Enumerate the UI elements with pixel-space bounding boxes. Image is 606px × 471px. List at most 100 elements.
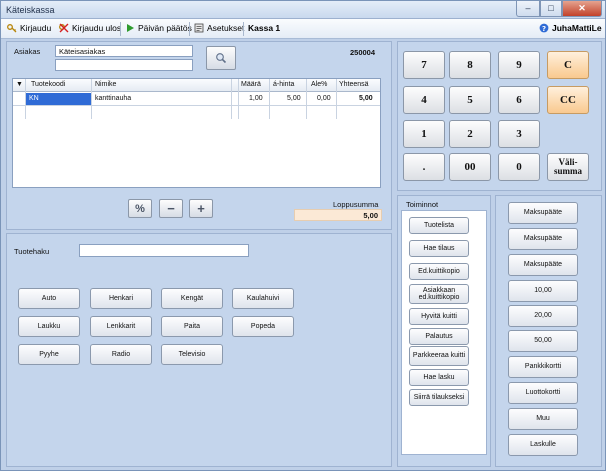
settings-label: Asetukset [207, 23, 245, 33]
payment-button[interactable]: Maksupääte [508, 254, 578, 276]
key-9[interactable]: 9 [498, 51, 540, 79]
payment-button[interactable]: Luottokortti [508, 382, 578, 404]
customer-number: 250004 [350, 48, 376, 57]
user-indicator: ? JuhaMattiLe [539, 23, 602, 33]
key-3[interactable]: 3 [498, 120, 540, 148]
column-header[interactable]: Nimike [95, 81, 116, 88]
logout-label: Kirjaudu ulos [72, 23, 122, 33]
column-header[interactable]: Yhteensä [339, 81, 369, 88]
add-row-button[interactable]: + [189, 199, 213, 218]
toolbar-separator [243, 22, 244, 36]
toolbar-separator [120, 22, 121, 36]
clear-button[interactable]: C [547, 51, 589, 79]
toolbar: Kirjaudu Kirjaudu ulos Päivän päätös Ase… [1, 19, 605, 39]
column-header[interactable]: á-hinta [273, 81, 294, 88]
toolbar-separator [189, 22, 190, 36]
product-button[interactable]: Auto [18, 288, 80, 309]
discount-button[interactable]: % [128, 199, 152, 218]
settings-button[interactable]: Asetukset [194, 23, 244, 33]
payment-button[interactable]: Muu [508, 408, 578, 430]
product-button[interactable]: Kengät [161, 288, 223, 309]
total-value: 5,00 [294, 209, 382, 221]
register-icon [194, 23, 204, 33]
sales-grid[interactable]: ▼ Tuotekoodi Nimike Määrä á-hinta Ale% Y… [12, 78, 381, 188]
function-button[interactable]: Ed.kuittikopio [409, 263, 469, 280]
product-button[interactable]: Pyyhe [18, 344, 80, 365]
key-2[interactable]: 2 [449, 120, 491, 148]
magnifier-icon [216, 53, 227, 64]
product-search-input[interactable] [79, 244, 249, 257]
key-6[interactable]: 6 [498, 86, 540, 114]
product-button[interactable]: Paita [161, 316, 223, 337]
function-button[interactable]: Asiakkaan ed.kuittikopio [409, 284, 469, 304]
remove-row-button[interactable]: − [159, 199, 183, 218]
app-window: Käteiskassa – □ ✕ Kirjaudu Kirjaudu ulos… [0, 0, 606, 471]
product-button[interactable]: Televisio [161, 344, 223, 365]
payment-button[interactable]: 10,00 [508, 280, 578, 302]
subtotal-label-line2: summa [553, 166, 582, 176]
key-0[interactable]: 0 [498, 153, 540, 181]
customer-label: Asiakas [14, 47, 41, 56]
close-button[interactable]: ✕ [562, 1, 602, 17]
row-total: 5,00 [359, 95, 373, 102]
function-button[interactable]: Hyvitä kuitti [409, 308, 469, 325]
key-5[interactable]: 5 [449, 86, 491, 114]
subtotal-button[interactable]: Väli- summa [547, 153, 589, 181]
grid-menu-icon[interactable]: ▼ [16, 81, 23, 88]
payment-button[interactable]: 50,00 [508, 330, 578, 352]
login-button[interactable]: Kirjaudu [7, 23, 51, 33]
help-icon[interactable]: ? [539, 23, 549, 33]
clear-all-button[interactable]: CC [547, 86, 589, 114]
payment-button[interactable]: Laskulle [508, 434, 578, 456]
play-icon [127, 24, 134, 32]
row-price: 5,00 [287, 95, 301, 102]
product-button[interactable]: Popeda [232, 316, 294, 337]
key-icon [7, 24, 17, 33]
title-bar: Käteiskassa – □ ✕ [1, 1, 605, 19]
column-header[interactable]: Tuotekoodi [31, 81, 65, 88]
product-button[interactable]: Lenkkarit [90, 316, 152, 337]
function-button[interactable]: Hae tilaus [409, 240, 469, 257]
function-button[interactable]: Parkkeeraa kuitti [409, 346, 469, 366]
product-button[interactable]: Laukku [18, 316, 80, 337]
function-button[interactable]: Palautus [409, 328, 469, 345]
key-00[interactable]: 00 [449, 153, 491, 181]
key-8[interactable]: 8 [449, 51, 491, 79]
function-button[interactable]: Tuotelista [409, 217, 469, 234]
customer-search-button[interactable] [206, 46, 236, 70]
row-code: KN [29, 95, 39, 102]
customer-name-field[interactable]: Käteisasiakas [55, 45, 193, 57]
svg-text:?: ? [542, 25, 546, 33]
key-1[interactable]: 1 [403, 120, 445, 148]
logout-button[interactable]: Kirjaudu ulos [59, 23, 121, 33]
minimize-button[interactable]: – [516, 1, 540, 17]
maximize-button[interactable]: □ [540, 1, 562, 17]
key-7[interactable]: 7 [403, 51, 445, 79]
payment-button[interactable]: 20,00 [508, 305, 578, 327]
functions-title: Toiminnot [406, 200, 439, 209]
grid-header: ▼ Tuotekoodi Nimike Määrä á-hinta Ale% Y… [13, 79, 380, 92]
customer-extra-field[interactable] [55, 59, 193, 71]
table-row[interactable]: KN kanttinauha 1,00 5,00 0,00 5,00 [13, 93, 380, 105]
column-header[interactable]: Määrä [241, 81, 261, 88]
product-button[interactable]: Radio [90, 344, 152, 365]
key-cross-icon [59, 23, 69, 33]
register-name: Kassa 1 [248, 23, 281, 33]
total-label: Loppusumma [333, 200, 379, 209]
payment-button[interactable]: Maksupääte [508, 202, 578, 224]
window-title: Käteiskassa [6, 5, 55, 15]
product-button[interactable]: Henkari [90, 288, 152, 309]
login-label: Kirjaudu [20, 23, 52, 33]
payment-button[interactable]: Pankkikortti [508, 356, 578, 378]
day-close-button[interactable]: Päivän päätös [125, 23, 192, 33]
key-decimal[interactable]: . [403, 153, 445, 181]
function-button[interactable]: Hae lasku [409, 369, 469, 386]
column-header[interactable]: Ale% [311, 81, 327, 88]
function-button[interactable]: Siirrä tilaukseksi [409, 389, 469, 406]
day-close-label: Päivän päätös [138, 23, 192, 33]
row-qty: 1,00 [249, 95, 263, 102]
search-label: Tuotehaku [14, 247, 50, 256]
payment-button[interactable]: Maksupääte [508, 228, 578, 250]
key-4[interactable]: 4 [403, 86, 445, 114]
product-button[interactable]: Kaulahuivi [232, 288, 294, 309]
